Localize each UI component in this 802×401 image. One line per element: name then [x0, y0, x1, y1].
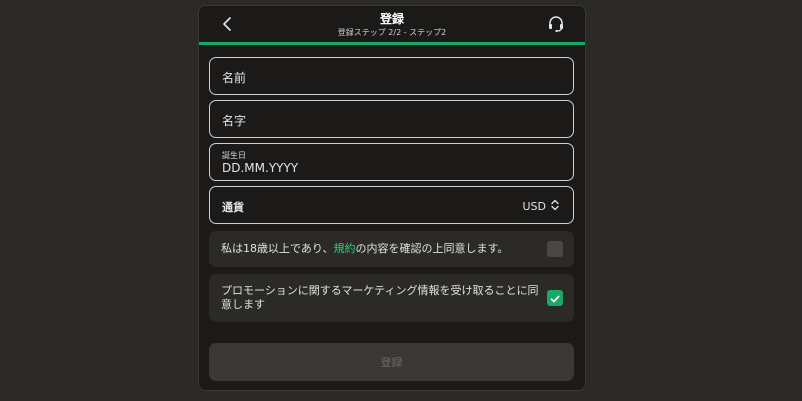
birthdate-placeholder: DD.MM.YYYY [222, 161, 299, 175]
checkmark-icon [550, 289, 560, 308]
last-name-placeholder: 名字 [222, 114, 247, 128]
promo-checkbox[interactable] [547, 290, 563, 306]
modal-header: 登録 登録ステップ 2/2 - ステップ2 [199, 6, 585, 45]
promo-text: プロモーションに関するマーケティング情報を受け取ることに同 意します [221, 284, 541, 312]
headset-icon [547, 15, 565, 37]
promo-text-line2: 意します [221, 298, 265, 311]
currency-value-wrap: USD [522, 199, 559, 214]
register-button[interactable]: 登録 [209, 343, 574, 381]
age-terms-suffix: の内容を確認の上同意します。 [355, 242, 509, 255]
last-name-field[interactable]: 名字 [209, 100, 574, 138]
age-terms-text: 私は18歳以上であり、規約の内容を確認の上同意します。 [221, 242, 508, 256]
birthdate-label: 誕生日 [222, 151, 246, 160]
registration-modal: 登録 登録ステップ 2/2 - ステップ2 名前 名字 誕生日 DD.MM.YY… [198, 5, 586, 391]
chevron-up-down-icon [551, 199, 559, 214]
age-terms-consent: 私は18歳以上であり、規約の内容を確認の上同意します。 [209, 231, 574, 267]
header-titles: 登録 登録ステップ 2/2 - ステップ2 [199, 12, 585, 39]
currency-select[interactable]: 通貨 USD [209, 186, 574, 224]
age-terms-checkbox[interactable] [547, 241, 563, 257]
first-name-field[interactable]: 名前 [209, 57, 574, 95]
birthdate-field[interactable]: 誕生日 DD.MM.YYYY [209, 143, 574, 181]
promo-text-line1: プロモーションに関するマーケティング情報を受け取ることに同 [221, 284, 539, 297]
currency-label: 通貨 [222, 201, 244, 214]
support-button[interactable] [545, 15, 567, 37]
age-terms-prefix: 私は18歳以上であり、 [221, 242, 334, 255]
step-indicator: 登録ステップ 2/2 - ステップ2 [337, 28, 447, 37]
promo-consent: プロモーションに関するマーケティング情報を受け取ることに同 意します [209, 274, 574, 322]
currency-value: USD [522, 200, 546, 213]
first-name-placeholder: 名前 [222, 71, 247, 85]
page-title: 登録 [379, 12, 404, 26]
terms-link[interactable]: 規約 [333, 242, 355, 255]
